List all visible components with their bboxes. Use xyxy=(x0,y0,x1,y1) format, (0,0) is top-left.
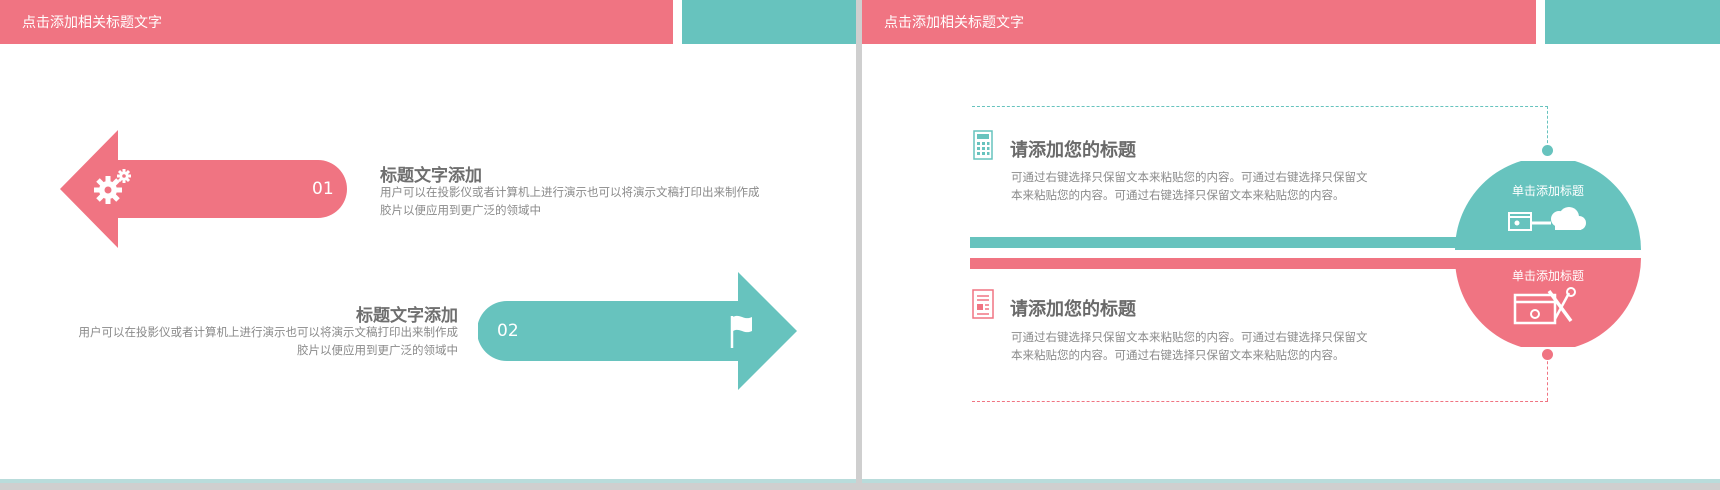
header-bar-pink: 点击添加相关标题文字 xyxy=(862,0,1536,44)
item2-desc-line1: 用户可以在投影仪或者计算机上进行演示也可以将演示文稿打印出来制作成 xyxy=(78,325,459,339)
bar-teal xyxy=(970,237,1490,248)
dashed-connector-top xyxy=(1547,106,1548,148)
item1-description: 用户可以在投影仪或者计算机上进行演示也可以将演示文稿打印出来制作成 胶片以便应用… xyxy=(380,183,800,219)
bottom-item-desc-line2: 本来粘贴您的内容。可通过右键选择只保留文本来粘贴您的内容。 xyxy=(1011,348,1345,362)
arrow-right-teal xyxy=(478,272,797,390)
bottom-item-description: 可通过右键选择只保留文本来粘贴您的内容。可通过右键选择只保留文 本来粘贴您的内容… xyxy=(1011,328,1431,364)
bottom-strip xyxy=(862,479,1720,483)
header-bar-teal xyxy=(682,0,856,44)
bottom-item-title: 请添加您的标题 xyxy=(1010,299,1136,320)
calculator-icon xyxy=(973,130,993,160)
header-title: 点击添加相关标题文字 xyxy=(884,15,1024,31)
bottom-item-desc-line1: 可通过右键选择只保留文本来粘贴您的内容。可通过右键选择只保留文 xyxy=(1011,330,1368,344)
top-item-description: 可通过右键选择只保留文本来粘贴您的内容。可通过右键选择只保留文 本来粘贴您的内容… xyxy=(1011,168,1431,204)
header-bar-teal xyxy=(1545,0,1720,44)
circle-top-label: 单击添加标题 xyxy=(1511,184,1584,198)
item-number-02: 02 xyxy=(497,321,519,341)
header-title: 点击添加相关标题文字 xyxy=(22,15,162,31)
slide-right: 点击添加相关标题文字 单击添加标题 单击添加标题 请添加您的标题 可通过右键选择… xyxy=(862,0,1720,483)
top-item-desc-line1: 可通过右键选择只保留文本来粘贴您的内容。可通过右键选择只保留文 xyxy=(1011,170,1368,184)
item2-desc-line2: 胶片以便应用到更广泛的领域中 xyxy=(297,343,458,357)
top-item-title: 请添加您的标题 xyxy=(1010,140,1136,161)
dashed-line-top xyxy=(972,106,1548,107)
item2-description: 用户可以在投影仪或者计算机上进行演示也可以将演示文稿打印出来制作成 胶片以便应用… xyxy=(38,323,459,359)
connector-dot-top xyxy=(1542,145,1553,156)
header-bar-pink: 点击添加相关标题文字 xyxy=(0,0,673,44)
dashed-connector-bottom xyxy=(1547,356,1548,401)
item1-desc-line2: 胶片以便应用到更广泛的领域中 xyxy=(380,203,541,217)
item-number-01: 01 xyxy=(312,179,334,199)
dashed-line-bottom xyxy=(972,401,1548,402)
top-item-desc-line2: 本来粘贴您的内容。可通过右键选择只保留文本来粘贴您的内容。 xyxy=(1011,188,1345,202)
item1-desc-line1: 用户可以在投影仪或者计算机上进行演示也可以将演示文稿打印出来制作成 xyxy=(380,185,760,199)
bottom-strip xyxy=(0,479,856,483)
circle-bottom-label: 单击添加标题 xyxy=(1511,269,1584,283)
slide-left: 点击添加相关标题文字 01 标题文字添加 用户可以在投影仪或者计算机上进行演示也… xyxy=(0,0,856,483)
bar-pink xyxy=(970,258,1490,269)
connector-dot-bottom xyxy=(1542,349,1553,360)
document-icon xyxy=(972,289,994,319)
